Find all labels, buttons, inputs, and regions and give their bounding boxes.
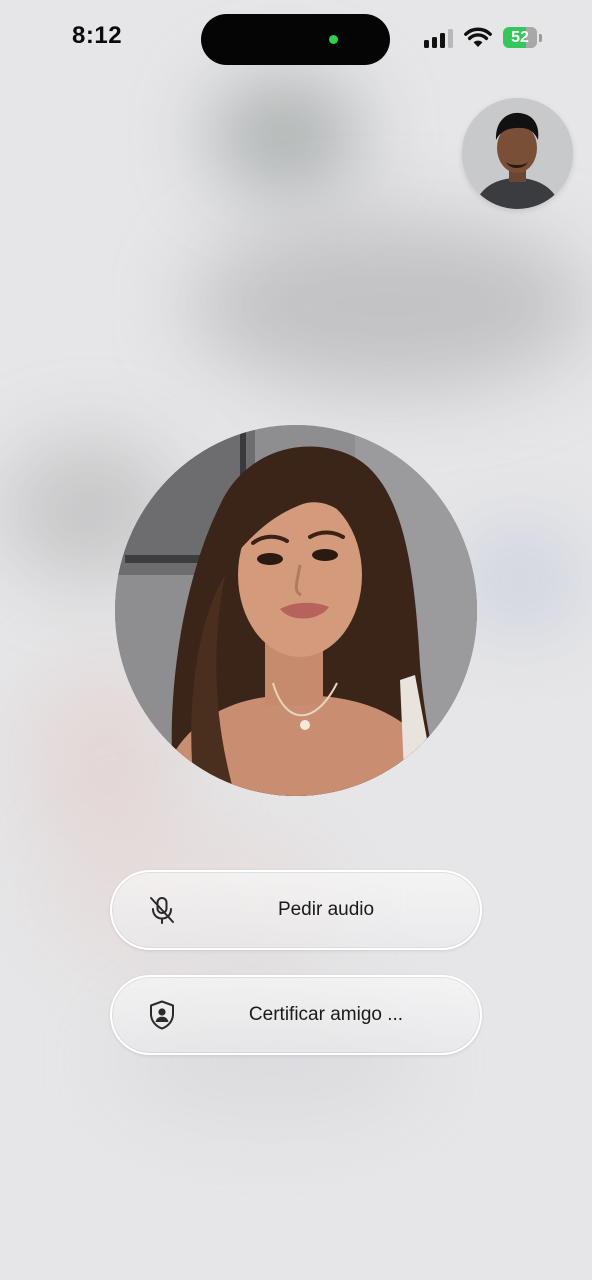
background-blur xyxy=(210,80,360,190)
caller-photo xyxy=(115,425,477,796)
request-audio-label: Pedir audio xyxy=(277,899,375,920)
background-blur xyxy=(460,530,580,630)
person-silhouette xyxy=(462,98,573,209)
cellular-signal-icon xyxy=(424,28,456,48)
status-time: 8:12 xyxy=(72,22,123,49)
camera-in-use-indicator xyxy=(329,35,338,44)
background-blur xyxy=(190,220,590,390)
caller-portrait xyxy=(115,425,477,796)
self-view-avatar[interactable] xyxy=(462,98,573,209)
certify-friend-label: Certificar amigo ... xyxy=(248,1004,404,1025)
wifi-icon xyxy=(464,27,492,47)
battery-charging-icon: 52 xyxy=(503,27,537,48)
certify-friend-button[interactable]: Certificar amigo ... xyxy=(110,975,482,1055)
battery-cap xyxy=(539,34,542,42)
dynamic-island xyxy=(201,14,390,65)
video-call-screen: 8:12 52 Pedir audio Certificar amigo ... xyxy=(0,0,592,1280)
battery-level: 52 xyxy=(511,29,529,46)
request-audio-button[interactable]: Pedir audio xyxy=(110,870,482,950)
